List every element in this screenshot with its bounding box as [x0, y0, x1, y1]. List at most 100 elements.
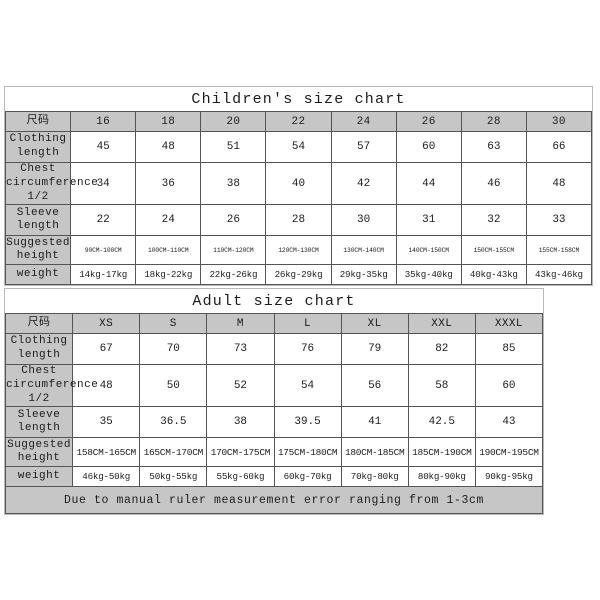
- adult-header-row: 尺码 XS S M L XL XXL XXXL: [4, 313, 544, 334]
- children-chest-30: 48: [525, 161, 593, 206]
- children-size-header-26: 26: [395, 111, 462, 132]
- measurement-error-note: Due to manual ruler measurement error ra…: [5, 486, 543, 515]
- children-size-chart-block: Children's size chart 尺码 16 18 20 22 24 …: [4, 86, 593, 287]
- table-row: Chest circumference 1/2 34 36 38 40 42 4…: [4, 161, 593, 206]
- adult-row-label-weight: weight: [4, 466, 74, 488]
- children-chest-28: 46: [460, 161, 527, 206]
- adult-chest-xxxl: 60: [474, 363, 544, 408]
- adult-clothing-length-s: 70: [139, 333, 208, 365]
- children-weight-22: 26kg-29kg: [265, 264, 332, 286]
- children-height-22: 120CM-130CM: [265, 235, 332, 266]
- adult-sleeve-l: 39.5: [273, 406, 342, 439]
- children-header-row: 尺码 16 18 20 22 24 26 28 30: [4, 111, 593, 132]
- adult-size-header-xxl: XXL: [407, 313, 476, 334]
- adult-row-label-suggested-height: Suggested height: [4, 437, 74, 468]
- adult-weight-xxxl: 90kg-95kg: [474, 466, 544, 488]
- children-size-header-24: 24: [330, 111, 397, 132]
- measurement-note-row: Due to manual ruler measurement error ra…: [5, 486, 543, 515]
- adult-size-header-l: L: [273, 313, 342, 334]
- children-size-header-18: 18: [135, 111, 202, 132]
- children-weight-20: 22kg-26kg: [200, 264, 267, 286]
- children-sleeve-28: 32: [460, 204, 527, 237]
- children-row-label-suggested-height: Suggested height: [4, 235, 72, 266]
- adult-height-xxl: 185CM-190CM: [407, 437, 476, 468]
- children-chest-22: 40: [265, 161, 332, 206]
- adult-clothing-length-xxxl: 85: [474, 333, 544, 365]
- children-chart-title: Children's size chart: [5, 87, 592, 112]
- children-sleeve-16: 22: [70, 204, 137, 237]
- adult-weight-xl: 70kg-80kg: [340, 466, 409, 488]
- adult-size-header-label: 尺码: [4, 313, 74, 334]
- children-sleeve-24: 30: [330, 204, 397, 237]
- children-weight-18: 18kg-22kg: [135, 264, 202, 286]
- adult-table-body: Adult size chart 尺码 XS S M L XL XXL XXXL…: [4, 289, 544, 515]
- table-row: weight 14kg-17kg 18kg-22kg 22kg-26kg 26k…: [4, 264, 593, 286]
- adult-height-m: 170CM-175CM: [206, 437, 275, 468]
- adult-chart-title: Adult size chart: [5, 289, 543, 314]
- adult-height-xs: 158CM-165CM: [72, 437, 141, 468]
- table-row: Chest circumference 1/2 48 50 52 54 56 5…: [4, 363, 544, 408]
- children-clothing-length-20: 51: [200, 131, 267, 163]
- children-height-18: 100CM-110CM: [135, 235, 202, 266]
- adult-chest-l: 54: [273, 363, 342, 408]
- adult-size-chart-table: Adult size chart 尺码 XS S M L XL XXL XXXL…: [4, 289, 544, 515]
- adult-size-header-xl: XL: [340, 313, 409, 334]
- children-weight-24: 29kg-35kg: [330, 264, 397, 286]
- adult-chest-xxl: 58: [407, 363, 476, 408]
- adult-height-xl: 180CM-185CM: [340, 437, 409, 468]
- children-sleeve-30: 33: [525, 204, 593, 237]
- adult-weight-s: 50kg-55kg: [139, 466, 208, 488]
- children-weight-28: 40kg-43kg: [460, 264, 527, 286]
- children-row-label-clothing-length: Clothing length: [4, 131, 72, 163]
- children-row-label-weight: weight: [4, 264, 72, 286]
- children-clothing-length-18: 48: [135, 131, 202, 163]
- children-weight-26: 35kg-40kg: [395, 264, 462, 286]
- adult-clothing-length-l: 76: [273, 333, 342, 365]
- children-size-chart-table: Children's size chart 尺码 16 18 20 22 24 …: [4, 87, 593, 286]
- children-height-28: 150CM-155CM: [460, 235, 527, 266]
- children-clothing-length-24: 57: [330, 131, 397, 163]
- adult-height-l: 175CM-180CM: [273, 437, 342, 468]
- adult-clothing-length-xs: 67: [72, 333, 141, 365]
- table-row: Sleeve length 22 24 26 28 30 31 32 33: [4, 204, 593, 237]
- adult-clothing-length-xxl: 82: [407, 333, 476, 365]
- children-chest-18: 36: [135, 161, 202, 206]
- children-clothing-length-26: 60: [395, 131, 462, 163]
- children-chest-24: 42: [330, 161, 397, 206]
- table-row: weight 46kg-50kg 50kg-55kg 55kg-60kg 60k…: [4, 466, 544, 488]
- children-sleeve-26: 31: [395, 204, 462, 237]
- adult-height-xxxl: 190CM-195CM: [474, 437, 544, 468]
- size-chart-page: Children's size chart 尺码 16 18 20 22 24 …: [0, 0, 600, 600]
- adult-size-header-s: S: [139, 313, 208, 334]
- adult-height-s: 165CM-170CM: [139, 437, 208, 468]
- children-clothing-length-22: 54: [265, 131, 332, 163]
- adult-size-header-xs: XS: [72, 313, 141, 334]
- children-clothing-length-28: 63: [460, 131, 527, 163]
- children-sleeve-20: 26: [200, 204, 267, 237]
- adult-size-chart-block: Adult size chart 尺码 XS S M L XL XXL XXXL…: [4, 288, 544, 516]
- adult-chest-xl: 56: [340, 363, 409, 408]
- children-chest-26: 44: [395, 161, 462, 206]
- children-size-header-30: 30: [525, 111, 593, 132]
- adult-row-label-chest-circumference: Chest circumference 1/2: [4, 363, 98, 408]
- table-row: Clothing length 67 70 73 76 79 82 85: [4, 333, 544, 365]
- adult-clothing-length-m: 73: [206, 333, 275, 365]
- adult-chest-s: 50: [139, 363, 208, 408]
- children-height-16: 90CM-100CM: [70, 235, 137, 266]
- adult-sleeve-s: 36.5: [139, 406, 208, 439]
- table-row: Suggested height 90CM-100CM 100CM-110CM …: [4, 235, 593, 266]
- adult-title-row: Adult size chart: [5, 289, 543, 314]
- children-height-24: 130CM-140CM: [330, 235, 397, 266]
- table-row: Clothing length 45 48 51 54 57 60 63 66: [4, 131, 593, 163]
- adult-chest-m: 52: [206, 363, 275, 408]
- adult-sleeve-m: 38: [206, 406, 275, 439]
- children-sleeve-18: 24: [135, 204, 202, 237]
- children-sleeve-22: 28: [265, 204, 332, 237]
- children-size-header-28: 28: [460, 111, 527, 132]
- adult-size-header-m: M: [206, 313, 275, 334]
- children-height-26: 140CM-150CM: [395, 235, 462, 266]
- children-chest-20: 38: [200, 161, 267, 206]
- children-size-header-16: 16: [70, 111, 137, 132]
- children-weight-16: 14kg-17kg: [70, 264, 137, 286]
- table-row: Suggested height 158CM-165CM 165CM-170CM…: [4, 437, 544, 468]
